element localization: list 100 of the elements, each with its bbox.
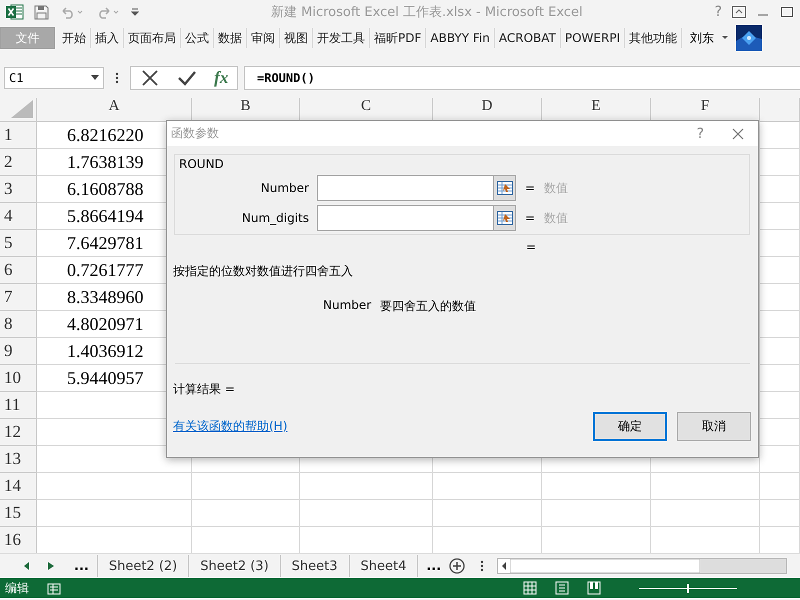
name-box[interactable]: C1 <box>4 67 104 89</box>
row-header[interactable]: 6 <box>0 257 37 284</box>
column-header[interactable]: B <box>192 98 300 122</box>
argument-label: Number <box>260 181 310 195</box>
ribbon-tab[interactable]: 开发工具 <box>313 28 370 48</box>
row-header[interactable]: 7 <box>0 284 37 311</box>
empty-cell[interactable] <box>433 473 542 500</box>
page-break-icon[interactable] <box>587 581 601 595</box>
empty-cell[interactable] <box>760 311 800 338</box>
dropdown-caret-icon[interactable] <box>91 75 99 81</box>
row-header[interactable]: 15 <box>0 500 37 527</box>
cancel-icon[interactable] <box>140 68 160 88</box>
help-link[interactable]: 有关该函数的帮助(H) <box>173 418 583 435</box>
column-header[interactable]: A <box>37 98 192 122</box>
ribbon-tab[interactable]: 福昕PDF <box>370 28 426 48</box>
column-header[interactable]: E <box>542 98 651 122</box>
sheet-tab[interactable]: Sheet4 <box>350 555 418 577</box>
empty-cell[interactable] <box>760 149 800 176</box>
row-header[interactable]: 1 <box>0 122 37 149</box>
empty-cell[interactable] <box>192 500 300 527</box>
row-header[interactable]: 4 <box>0 203 37 230</box>
horizontal-scrollbar[interactable] <box>497 558 788 574</box>
sheet-tab[interactable]: Sheet2 (2) <box>96 555 190 577</box>
cancel-button[interactable]: 取消 <box>677 412 751 441</box>
macro-record-icon[interactable] <box>47 581 61 595</box>
row-header[interactable]: 16 <box>0 527 37 553</box>
add-sheet-icon[interactable] <box>449 558 466 574</box>
empty-cell[interactable] <box>760 122 800 149</box>
formula-field[interactable]: =ROUND() <box>244 66 800 90</box>
user-name[interactable]: 刘东 <box>690 30 714 46</box>
empty-cell[interactable] <box>651 473 760 500</box>
row-header[interactable]: 13 <box>0 446 37 473</box>
previous-sheet-icon[interactable] <box>24 562 30 570</box>
sheet-tab[interactable]: Sheet2 (3) <box>189 555 281 577</box>
normal-view-icon[interactable] <box>523 581 537 595</box>
help-button[interactable]: ? <box>696 126 704 142</box>
empty-cell[interactable] <box>760 419 800 446</box>
ribbon-tab[interactable]: ACROBAT <box>494 28 561 48</box>
empty-cell[interactable] <box>192 473 300 500</box>
ok-button[interactable]: 确定 <box>593 412 667 441</box>
page-layout-icon[interactable] <box>555 581 569 595</box>
empty-cell[interactable] <box>300 473 433 500</box>
row-header[interactable]: 5 <box>0 230 37 257</box>
select-all-icon[interactable] <box>11 100 33 118</box>
row-header[interactable]: 10 <box>0 365 37 392</box>
argument-field[interactable] <box>317 205 516 231</box>
scrollbar-thumb[interactable] <box>510 559 700 573</box>
range-select-button[interactable] <box>493 206 515 230</box>
empty-cell[interactable] <box>760 203 800 230</box>
empty-cell[interactable] <box>760 473 800 500</box>
ribbon-display-icon[interactable] <box>732 6 746 18</box>
row-header[interactable]: 9 <box>0 338 37 365</box>
column-header[interactable]: D <box>433 98 542 122</box>
insert-function-button[interactable]: fx <box>214 68 228 88</box>
more-sheets-button[interactable]: ... <box>66 558 97 574</box>
empty-cell[interactable] <box>433 500 542 527</box>
empty-cell[interactable] <box>651 500 760 527</box>
row-header[interactable]: 11 <box>0 392 37 419</box>
customize-caret-icon[interactable] <box>131 7 139 17</box>
more-sheets-button[interactable]: ... <box>418 558 450 574</box>
empty-cell[interactable] <box>760 365 800 392</box>
empty-cell[interactable] <box>760 392 800 419</box>
row-header[interactable]: 14 <box>0 473 37 500</box>
ribbon-tab[interactable]: ABBYY Fin <box>426 28 495 48</box>
row-header[interactable]: 8 <box>0 311 37 338</box>
next-sheet-icon[interactable] <box>48 562 54 570</box>
scroll-left-icon[interactable] <box>498 559 510 573</box>
range-select-button[interactable] <box>493 176 515 200</box>
column-header[interactable]: F <box>651 98 760 122</box>
ribbon-tab[interactable]: 插入 <box>91 28 124 48</box>
maximize-icon[interactable] <box>780 6 794 18</box>
equals-sign: = <box>525 211 536 225</box>
empty-cell[interactable] <box>760 446 800 473</box>
ribbon-tab[interactable]: 视图 <box>280 28 313 48</box>
empty-cell[interactable] <box>760 338 800 365</box>
empty-cell[interactable] <box>760 500 800 527</box>
row-header[interactable]: 3 <box>0 176 37 203</box>
empty-cell[interactable] <box>760 284 800 311</box>
argument-field[interactable] <box>317 175 516 201</box>
empty-cell[interactable] <box>760 176 800 203</box>
ribbon-tab[interactable]: 数据 <box>214 28 247 48</box>
ribbon-tab[interactable]: POWERPI <box>560 28 626 48</box>
close-icon[interactable] <box>732 128 744 140</box>
empty-cell[interactable] <box>760 230 800 257</box>
empty-cell[interactable] <box>760 257 800 284</box>
row-header[interactable]: 12 <box>0 419 37 446</box>
ribbon-tab[interactable]: 审阅 <box>247 28 280 48</box>
column-header[interactable]: C <box>300 98 433 122</box>
sheet-tab[interactable]: Sheet3 <box>280 555 350 577</box>
ribbon-tab[interactable]: 其他功能 <box>625 28 682 48</box>
ribbon-tab[interactable]: 公式 <box>181 28 214 48</box>
empty-cell[interactable] <box>542 500 651 527</box>
empty-cell[interactable] <box>300 500 433 527</box>
empty-cell[interactable] <box>542 473 651 500</box>
save-icon[interactable] <box>34 4 49 20</box>
ribbon-tab[interactable]: 开始 <box>58 28 91 48</box>
ribbon-tab[interactable]: 页面布局 <box>124 28 181 48</box>
row-header[interactable]: 2 <box>0 149 37 176</box>
caret-icon[interactable] <box>720 34 730 42</box>
corner-cell[interactable] <box>0 98 37 122</box>
